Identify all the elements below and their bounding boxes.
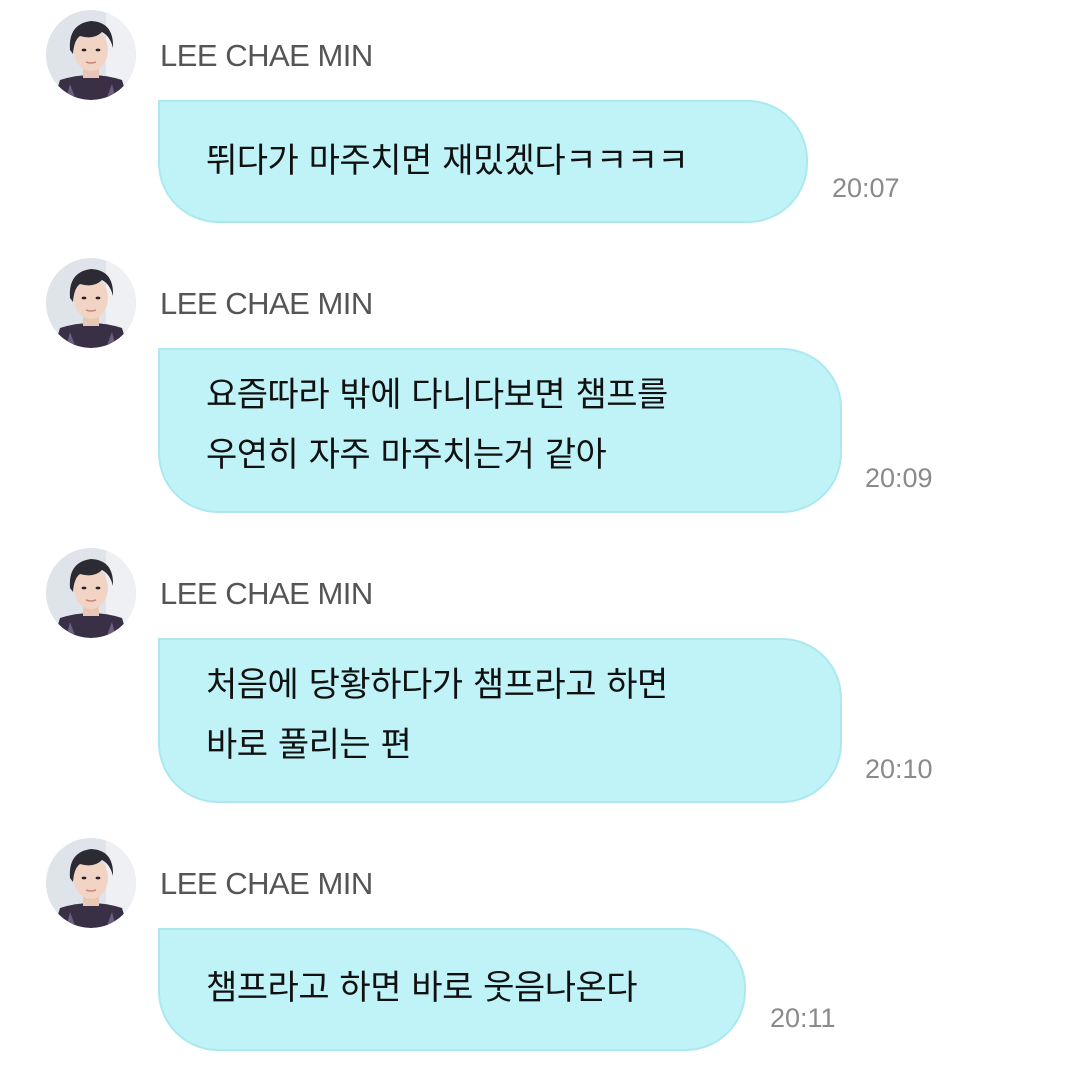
message-timestamp: 20:09 — [865, 463, 933, 493]
message-bubble[interactable]: 뛰다가 마주치면 재밌겠다ㅋㅋㅋㅋ — [158, 100, 808, 223]
profile-photo-icon — [46, 10, 136, 100]
message-timestamp: 20:11 — [770, 1003, 836, 1033]
profile-photo-icon — [46, 838, 136, 928]
avatar[interactable] — [46, 838, 136, 928]
profile-photo-icon — [46, 548, 136, 638]
message-text: 뛰다가 마주치면 재밌겠다ㅋㅋㅋㅋ — [206, 141, 689, 181]
message-timestamp: 20:07 — [832, 173, 900, 203]
message-text: 우연히 자주 마주치는거 같아 — [206, 435, 607, 475]
sender-name: LEE CHAE MIN — [160, 286, 373, 321]
avatar[interactable] — [46, 10, 136, 100]
avatar[interactable] — [46, 258, 136, 348]
avatar[interactable] — [46, 548, 136, 638]
sender-name: LEE CHAE MIN — [160, 866, 373, 901]
message-text: 처음에 당황하다가 챔프라고 하면 — [206, 665, 668, 705]
message-text: 챔프라고 하면 바로 웃음나온다 — [206, 968, 638, 1008]
sender-name: LEE CHAE MIN — [160, 38, 373, 73]
message-text: 바로 풀리는 편 — [206, 725, 412, 765]
message-bubble[interactable]: 요즘따라 밖에 다니다보면 챔프를 우연히 자주 마주치는거 같아 — [158, 348, 842, 513]
message-bubble[interactable]: 처음에 당황하다가 챔프라고 하면 바로 풀리는 편 — [158, 638, 842, 803]
message-timestamp: 20:10 — [865, 754, 933, 784]
message-text: 요즘따라 밖에 다니다보면 챔프를 — [206, 375, 668, 415]
profile-photo-icon — [46, 258, 136, 348]
sender-name: LEE CHAE MIN — [160, 576, 373, 611]
message-bubble[interactable]: 챔프라고 하면 바로 웃음나온다 — [158, 928, 746, 1051]
